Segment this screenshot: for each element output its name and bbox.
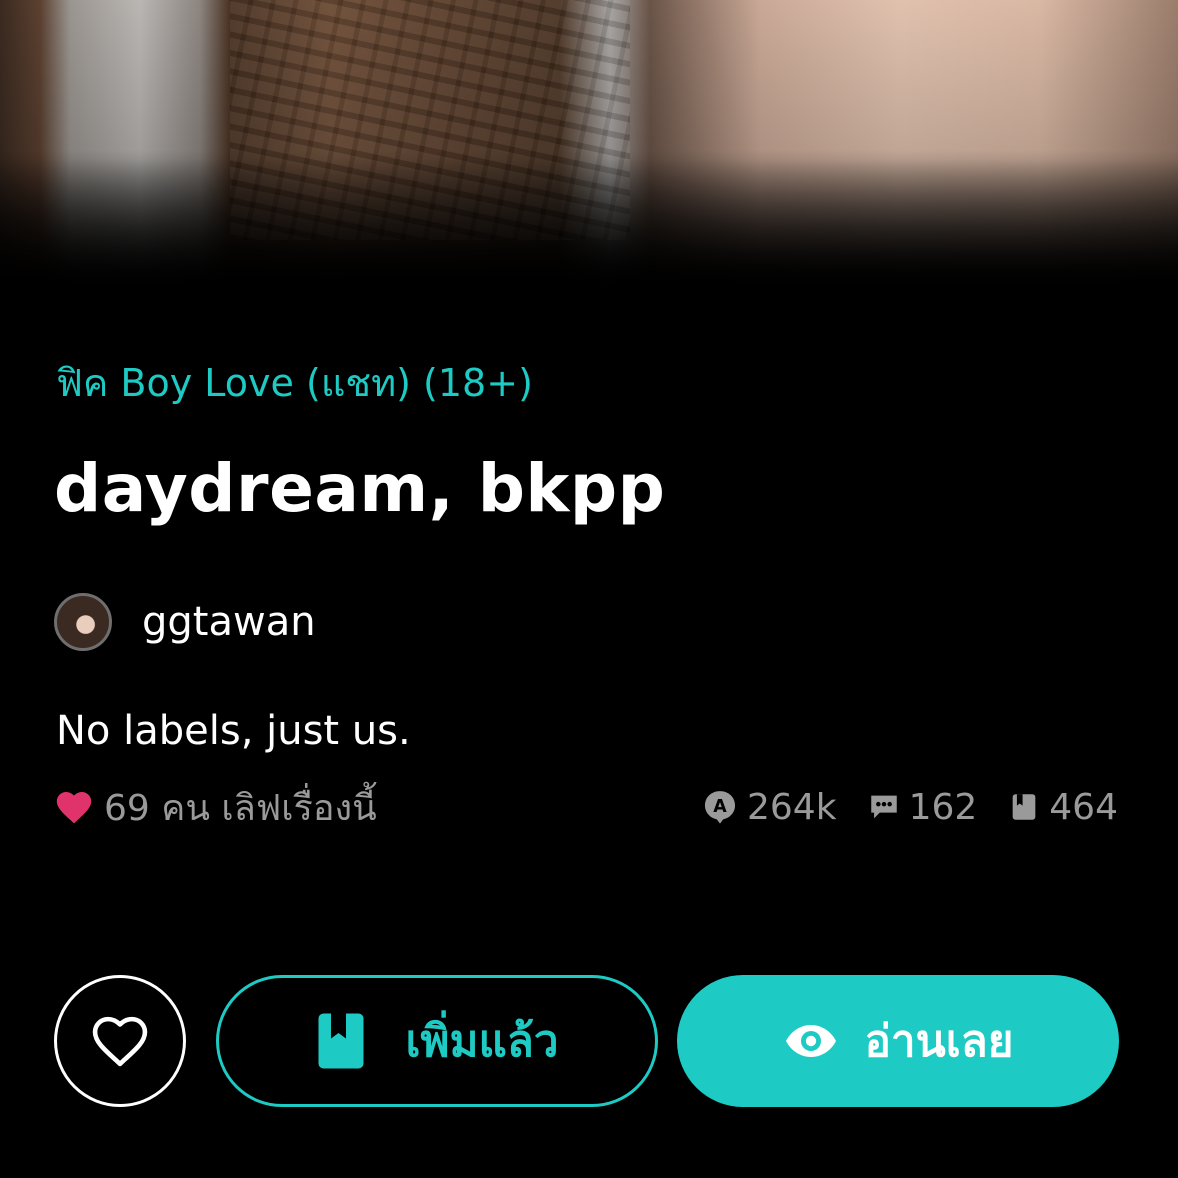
cover-fade <box>0 150 1178 290</box>
love-count-text: 69 คน เลิฟเรื่องนี้ <box>104 787 377 829</box>
read-now-button[interactable]: อ่านเลย <box>677 975 1119 1107</box>
views-stat: A 264k <box>701 787 837 828</box>
author-name[interactable]: ggtawan <box>142 599 316 645</box>
view-badge-icon: A <box>704 791 736 824</box>
bookmark-book-icon <box>318 1013 364 1069</box>
story-description: No labels, just us. <box>56 708 411 754</box>
eye-icon <box>785 1025 836 1057</box>
like-button[interactable] <box>54 975 186 1107</box>
story-stats: A 264k 162 464 <box>671 784 1118 830</box>
add-button-label: เพิ่มแล้ว <box>405 1016 559 1067</box>
comments-count: 162 <box>908 786 978 828</box>
comment-icon <box>870 795 897 819</box>
svg-text:A: A <box>713 797 727 817</box>
author-avatar[interactable] <box>54 593 112 651</box>
story-title: daydream, bkpp <box>54 450 666 527</box>
heart-filled-icon <box>56 791 92 824</box>
story-category[interactable]: ฟิค Boy Love (แชท) (18+) <box>56 352 533 413</box>
chapters-count: 464 <box>1049 786 1118 828</box>
love-count: 69 คน เลิฟเรื่องนี้ <box>54 784 377 830</box>
heart-outline-icon <box>92 1016 148 1067</box>
book-icon <box>1012 794 1036 820</box>
cover-image <box>0 0 1178 290</box>
read-button-label: อ่านเลย <box>864 1016 1014 1067</box>
views-count: 264k <box>747 786 837 828</box>
author-row[interactable]: ggtawan <box>54 590 316 654</box>
comments-stat: 162 <box>867 786 978 828</box>
chapters-stat: 464 <box>1007 787 1118 828</box>
add-to-library-button[interactable]: เพิ่มแล้ว <box>216 975 658 1107</box>
